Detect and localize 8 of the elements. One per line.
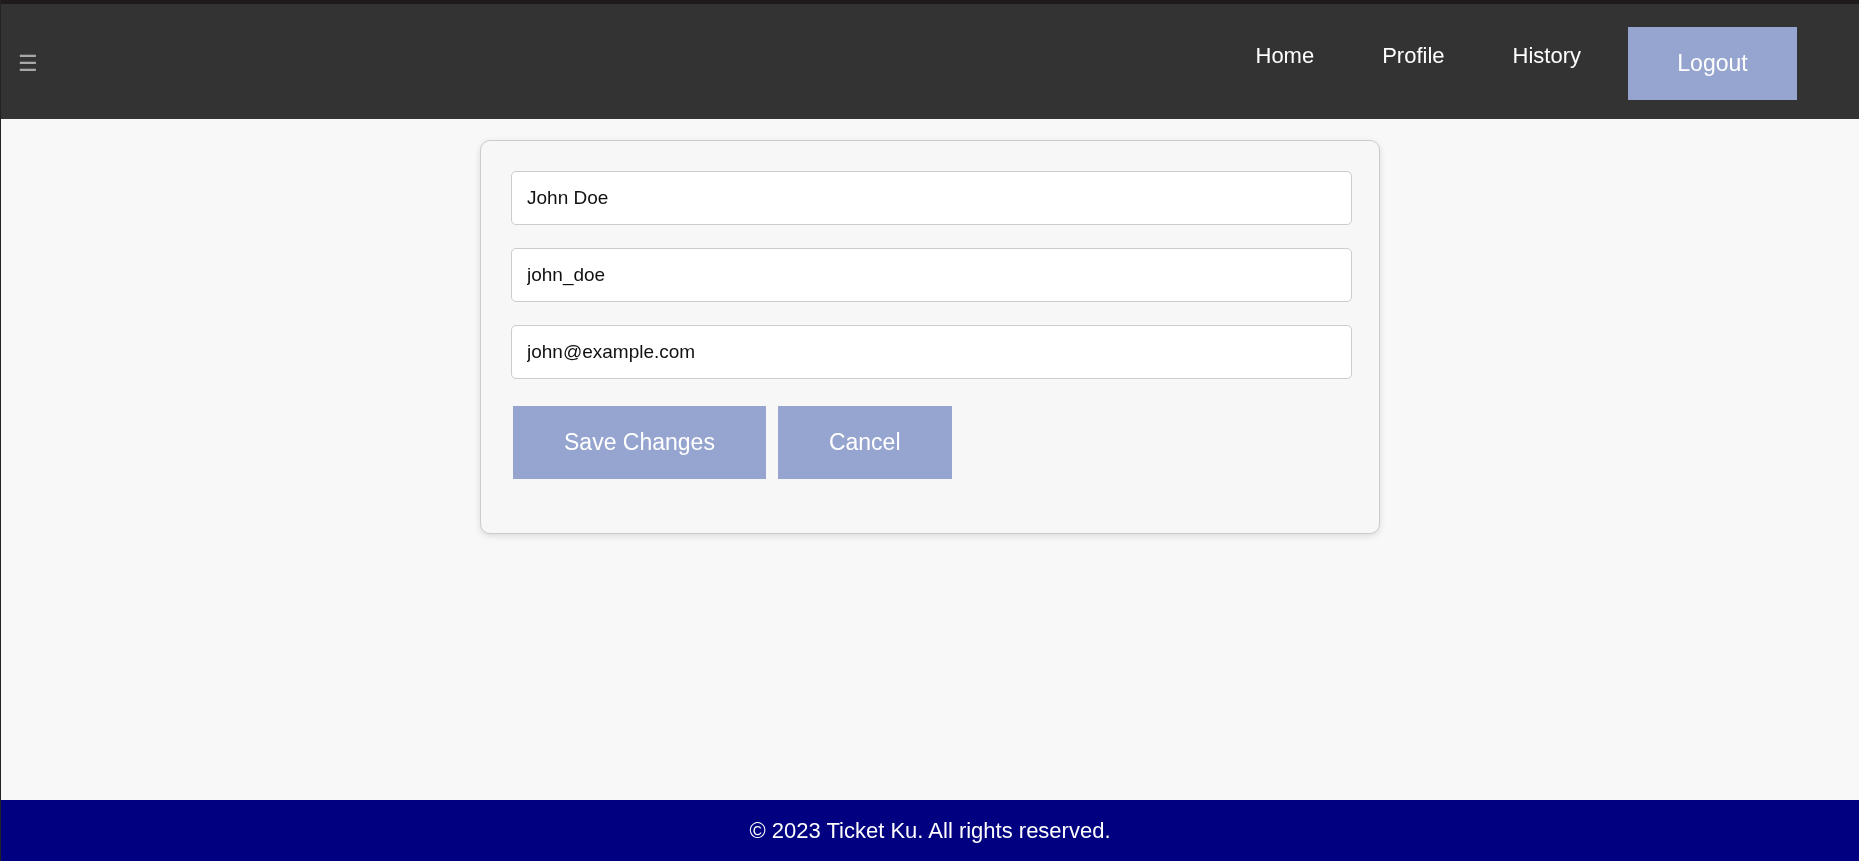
input-field[interactable]: john@example.com (511, 325, 1352, 379)
input-field[interactable]: John Doe (511, 171, 1352, 225)
nav-link[interactable]: History (1477, 42, 1614, 69)
nav-link[interactable]: Profile (1347, 42, 1478, 69)
input-field[interactable]: john_doe (511, 248, 1352, 302)
menu-icon[interactable]: ☰ (18, 52, 38, 75)
nav-link[interactable]: Home (1220, 42, 1348, 69)
copyright-text: © 2023 Ticket Ku. All rights reserved. (749, 817, 1111, 844)
